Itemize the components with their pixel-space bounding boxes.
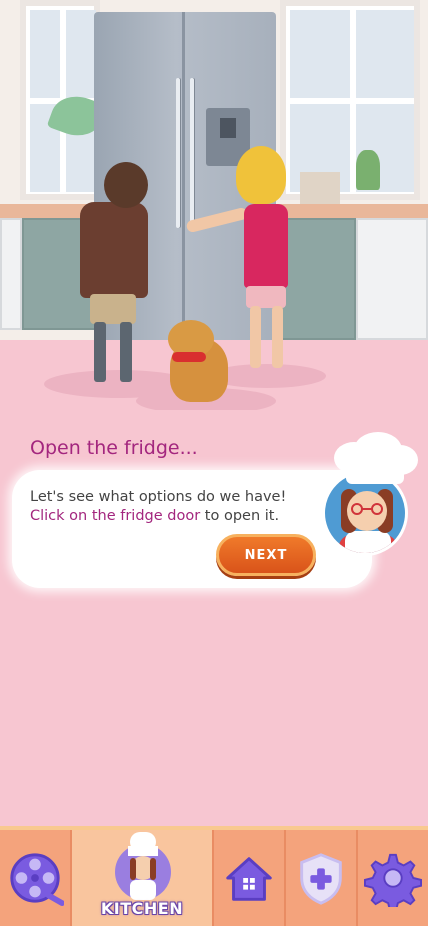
fridge-door-split [182, 12, 185, 346]
speech-bubble: Let's see what options do we have! Click… [12, 470, 372, 588]
dialog-title: Open the fridge... [30, 437, 198, 459]
fridge-left-handle[interactable] [176, 78, 180, 228]
next-button[interactable]: NEXT [216, 534, 316, 576]
app-screen: Open the fridge... Let's see what option… [0, 0, 428, 926]
shelf-books [300, 172, 340, 204]
dialog-message: Let's see what options do we have! Click… [30, 488, 330, 526]
film-reel-icon [10, 853, 64, 907]
nav-item-settings[interactable] [358, 830, 428, 926]
message-line-1: Let's see what options do we have! [30, 489, 287, 505]
fridge-door-link[interactable]: Click on the fridge door [30, 508, 200, 524]
glasses-icon [351, 503, 383, 515]
right-cabinet [276, 218, 356, 340]
fridge-right-handle[interactable] [190, 78, 194, 228]
potted-plant [356, 150, 380, 190]
nav-label-kitchen: KITCHEN [100, 899, 184, 918]
right-oven [356, 218, 428, 340]
home-icon [226, 857, 272, 901]
nav-item-kitchen[interactable]: KITCHEN [72, 830, 214, 926]
nav-item-videos[interactable] [0, 830, 72, 926]
chef-avatar-icon [115, 832, 171, 900]
left-oven [0, 218, 22, 330]
nav-item-safety[interactable] [286, 830, 358, 926]
gear-icon [364, 853, 422, 907]
chef-hat-icon [334, 432, 418, 484]
message-tail: to open it. [200, 508, 280, 524]
right-counter [276, 204, 428, 218]
nav-item-home[interactable] [214, 830, 286, 926]
bottom-nav: KITCHEN [0, 826, 428, 926]
kitchen-scene [0, 0, 428, 410]
shield-plus-icon [300, 853, 342, 905]
right-window [280, 0, 420, 200]
